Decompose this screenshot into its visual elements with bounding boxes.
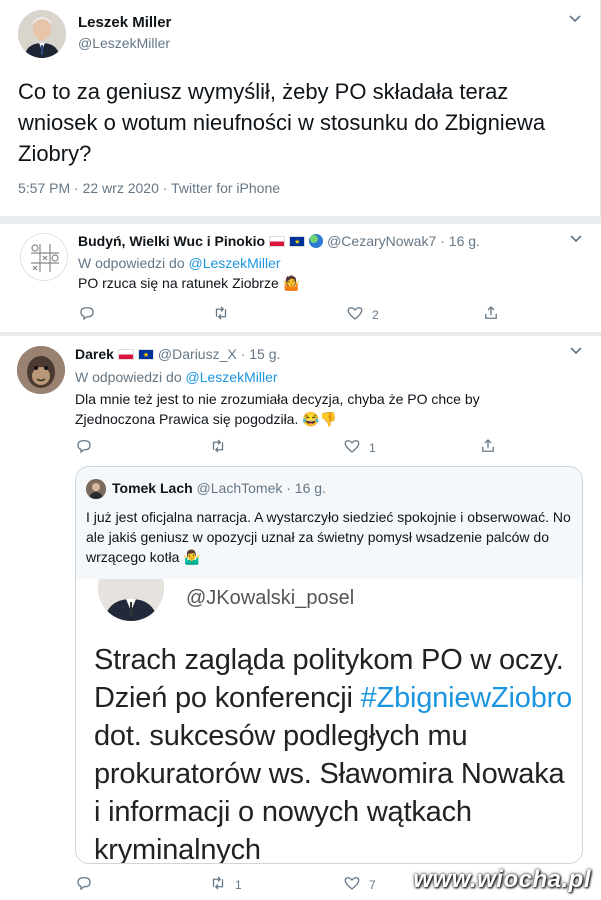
eu-flag-icon: [137, 348, 154, 360]
tweet-date[interactable]: 22 wrz 2020: [83, 180, 159, 196]
avatar: [98, 579, 164, 621]
poland-flag-icon: [269, 235, 286, 247]
in-reply-handle-link[interactable]: @LeszekMiller: [186, 369, 278, 385]
reply-button[interactable]: [75, 437, 93, 458]
like-button[interactable]: 2: [346, 304, 379, 325]
author-handle[interactable]: @LeszekMiller: [78, 35, 170, 51]
tweet-text: Dla mnie też jest to nie zrozumiała decy…: [75, 389, 545, 429]
author-handle[interactable]: @CezaryNowak7: [327, 233, 436, 249]
quoted-image[interactable]: @JKowalski_posel Strach zagląda polityko…: [76, 579, 582, 864]
reply-header: Darek @Dariusz_X · 15 g.: [75, 346, 280, 362]
shrug-emoji: 🤷‍♂️: [183, 549, 201, 565]
tweet-text: Co to za geniusz wymyślił, żeby PO skład…: [18, 79, 546, 166]
share-icon: [482, 304, 500, 325]
heart-icon: [346, 304, 364, 325]
laugh-thumbsdown-emoji: 😂👎: [302, 411, 338, 427]
tweet-time[interactable]: · 15 g.: [241, 346, 281, 362]
author-name[interactable]: Darek: [75, 346, 114, 362]
tweet-actions: 1: [75, 437, 505, 457]
quoted-tweet-header: Tomek Lach @LachTomek · 16 g. I już jest…: [76, 467, 582, 579]
tweet-time[interactable]: · 16 g.: [440, 233, 480, 249]
author-name[interactable]: Leszek Miller: [78, 14, 171, 31]
retweet-button[interactable]: [212, 304, 230, 325]
share-button[interactable]: [479, 437, 497, 458]
retweet-count: 1: [235, 877, 242, 892]
avatar[interactable]: [18, 10, 66, 58]
reply-button[interactable]: [78, 304, 96, 325]
image-text: Strach zagląda politykom PO w oczy. Dzie…: [94, 641, 574, 864]
retweet-button[interactable]: [209, 437, 227, 458]
reply-icon: [75, 437, 93, 458]
image-handle: @JKowalski_posel: [186, 587, 355, 609]
retweet-icon: [212, 304, 230, 325]
share-button[interactable]: [482, 304, 500, 325]
like-button[interactable]: 7: [343, 874, 376, 895]
tweet-text-body: PO rzuca się na ratunek Ziobrze: [78, 275, 279, 291]
quoted-text-body: I już jest oficjalna narracja. A wystarc…: [86, 509, 571, 565]
in-reply-label: W odpowiedzi do: [78, 255, 185, 271]
tweet-text-body: Dla mnie też jest to nie zrozumiała decy…: [75, 391, 480, 427]
quoted-text: I już jest oficjalna narracja. A wystarc…: [86, 507, 576, 567]
in-reply-to: W odpowiedzi do @LeszekMiller: [78, 255, 281, 271]
in-reply-to: W odpowiedzi do @LeszekMiller: [75, 369, 278, 385]
image-hashtag: #ZbigniewZiobro: [360, 682, 573, 714]
tweet-time[interactable]: 5:57 PM: [18, 180, 70, 196]
like-count: 1: [369, 440, 376, 455]
tweet-meta: 5:57 PM · 22 wrz 2020 · Twitter for iPho…: [18, 180, 280, 196]
tweet-actions: 2: [78, 304, 508, 324]
like-count: 2: [372, 307, 379, 322]
main-tweet: Leszek Miller @LeszekMiller Co to za gen…: [0, 0, 601, 216]
in-reply-label: W odpowiedzi do: [75, 369, 182, 385]
author-name[interactable]: Tomek Lach: [112, 480, 193, 496]
chevron-down-icon[interactable]: [569, 344, 583, 363]
retweet-icon: [209, 437, 227, 458]
like-button[interactable]: 1: [343, 437, 376, 458]
shrug-emoji: 🤷: [282, 275, 301, 291]
chevron-down-icon[interactable]: [568, 12, 582, 31]
separator: ·: [74, 180, 79, 196]
chevron-down-icon[interactable]: [569, 232, 583, 251]
like-count: 7: [369, 877, 376, 892]
watermark: www.wiocha.pl: [413, 866, 591, 893]
author-handle[interactable]: @Dariusz_X: [158, 346, 237, 362]
quoted-tweet[interactable]: Tomek Lach @LachTomek · 16 g. I już jest…: [75, 466, 583, 864]
tweet-text: PO rzuca się na ratunek Ziobrze 🤷: [78, 275, 300, 292]
retweet-icon: [209, 874, 227, 895]
share-icon: [479, 437, 497, 458]
author-name[interactable]: Budyń, Wielki Wuc i Pinokio: [78, 233, 265, 249]
quoted-author: Tomek Lach @LachTomek · 16 g.: [112, 480, 326, 496]
reply-tweet[interactable]: Budyń, Wielki Wuc i Pinokio @CezaryNowak…: [0, 224, 601, 332]
tweet-time: · 16 g.: [286, 480, 326, 496]
author-handle[interactable]: @LachTomek: [197, 480, 283, 496]
tweet-source[interactable]: Twitter for iPhone: [171, 180, 280, 196]
separator: ·: [162, 180, 168, 196]
image-text-part: dot. sukcesów podległych mu prokuratorów…: [94, 720, 565, 864]
reply-button[interactable]: [75, 874, 93, 895]
poland-flag-icon: [117, 348, 134, 360]
heart-icon: [343, 874, 361, 895]
heart-icon: [343, 437, 361, 458]
reply-icon: [78, 304, 96, 325]
eu-flag-icon: [289, 235, 306, 247]
reply-tweet[interactable]: Darek @Dariusz_X · 15 g. W odpowiedzi do…: [0, 336, 601, 900]
avatar[interactable]: [20, 233, 68, 281]
globe-icon: [309, 234, 324, 248]
avatar[interactable]: [86, 479, 106, 499]
reply-icon: [75, 874, 93, 895]
avatar[interactable]: [17, 346, 65, 394]
in-reply-handle-link[interactable]: @LeszekMiller: [189, 255, 281, 271]
retweet-button[interactable]: 1: [209, 874, 242, 895]
reply-header: Budyń, Wielki Wuc i Pinokio @CezaryNowak…: [78, 233, 480, 249]
